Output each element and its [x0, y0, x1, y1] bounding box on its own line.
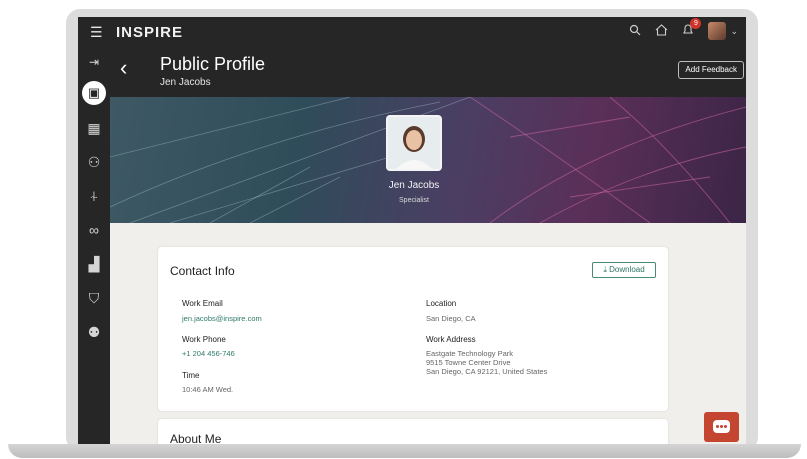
chevron-down-icon[interactable]: ⌄: [730, 26, 738, 37]
page-title: Public Profile: [160, 54, 266, 74]
laptop-base: [8, 444, 801, 458]
address-line-3: San Diego, CA 92121, United States: [426, 367, 548, 376]
download-button[interactable]: ⤓ Download: [592, 262, 656, 278]
add-feedback-button[interactable]: Add Feedback: [678, 61, 744, 79]
notifications-icon[interactable]: 9: [682, 18, 702, 39]
work-phone-label: Work Phone: [182, 335, 226, 344]
device-mockup: ☰ INSPIRE 9 ⌄ ⇥ ▣ ▦ ⚇ ⍭ ∞ ▟ ⛉ ⚉ ‹ Public…: [0, 0, 807, 459]
chat-icon: [713, 420, 730, 433]
profile-banner: Jen Jacobs Specialist: [110, 97, 746, 223]
search-icon[interactable]: [629, 24, 641, 39]
work-email-label: Work Email: [182, 299, 223, 308]
work-email-link[interactable]: jen.jacobs@inspire.com: [182, 314, 262, 323]
home-icon[interactable]: [655, 23, 668, 39]
people-group-icon[interactable]: ⚉: [78, 321, 110, 343]
chat-button[interactable]: [704, 412, 739, 442]
collapse-icon[interactable]: ⇥: [78, 51, 110, 73]
menu-icon[interactable]: ☰: [90, 24, 103, 41]
page-header: ‹ Public Profile Jen Jacobs Add Feedback: [110, 47, 746, 97]
people-money-icon[interactable]: ⚇: [78, 151, 110, 173]
time-value: 10:46 AM Wed.: [182, 385, 234, 394]
about-me-card: About Me: [158, 419, 668, 444]
download-label: Download: [609, 265, 645, 274]
profile-photo: [386, 115, 442, 171]
time-label: Time: [182, 371, 200, 380]
glasses-icon[interactable]: ∞: [78, 219, 110, 241]
location-label: Location: [426, 299, 457, 308]
about-me-title: About Me: [170, 432, 222, 444]
contact-info-title: Contact Info: [170, 264, 235, 278]
work-address-label: Work Address: [426, 335, 476, 344]
banner-role: Specialist: [399, 197, 429, 204]
user-shield-icon[interactable]: ⛉: [78, 287, 110, 309]
notification-badge: 9: [690, 18, 702, 29]
top-bar: ☰ INSPIRE 9 ⌄: [78, 17, 746, 47]
growth-chart-icon[interactable]: ▟: [78, 253, 110, 275]
app-screen: ☰ INSPIRE 9 ⌄ ⇥ ▣ ▦ ⚇ ⍭ ∞ ▟ ⛉ ⚉ ‹ Public…: [78, 17, 746, 444]
address-line-2: 9515 Towne Center Drive: [426, 358, 511, 367]
user-avatar[interactable]: [708, 22, 727, 40]
work-phone-link[interactable]: +1 204 456-746: [182, 349, 235, 358]
profile-badge-icon[interactable]: ▣: [82, 81, 106, 105]
download-icon: ⤓: [603, 265, 607, 274]
back-arrow-icon[interactable]: ‹: [120, 57, 127, 79]
building-icon[interactable]: ▦: [78, 117, 110, 139]
brand-logo: INSPIRE: [116, 24, 184, 41]
location-value: San Diego, CA: [426, 314, 476, 323]
page-subtitle: Jen Jacobs: [160, 77, 211, 88]
profile-content: Contact Info ⤓ Download Work Email jen.j…: [110, 223, 746, 444]
signpost-icon[interactable]: ⍭: [78, 185, 110, 207]
banner-name: Jen Jacobs: [388, 180, 440, 191]
side-rail: ⇥ ▣ ▦ ⚇ ⍭ ∞ ▟ ⛉ ⚉: [78, 47, 110, 444]
address-line-1: Eastgate Technology Park: [426, 349, 514, 358]
top-bar-actions: 9 ⌄: [629, 18, 738, 40]
contact-info-card: Contact Info ⤓ Download Work Email jen.j…: [158, 247, 668, 411]
